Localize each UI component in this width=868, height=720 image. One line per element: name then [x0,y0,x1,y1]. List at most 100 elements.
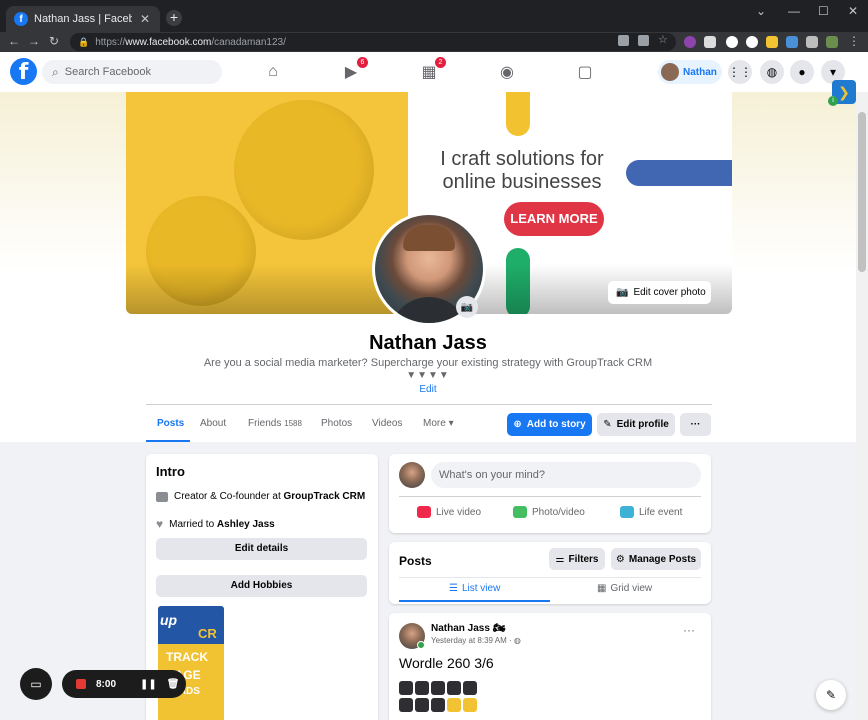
info-icon: i [828,96,838,106]
post-more-button[interactable]: ··· [683,623,695,637]
composer-input[interactable]: What's on your mind? [431,462,701,488]
profile-chip-name: Nathan [683,66,717,78]
maximize-icon[interactable]: ☐ [818,4,829,18]
home-icon[interactable]: ⌂ [260,60,286,84]
profile-bio: Are you a social media marketer? Superch… [203,357,653,369]
active-view-indicator [399,600,550,602]
camera-icon: ▭ [30,677,42,691]
manage-posts-button[interactable]: ⚙ Manage Posts [611,548,701,570]
store-icon[interactable]: ▦ 2 [416,57,446,84]
live-video-button[interactable]: Live video [417,506,481,518]
address-bar[interactable]: 🔒 https://www.facebook.com/canadaman123/ [70,33,676,51]
heart-icon: ♥ [156,517,164,531]
lock-icon: 🔒 [78,36,90,47]
sliders-icon: ⚌ [555,553,565,565]
minimize-icon[interactable]: — [788,4,800,18]
stop-recording-button[interactable] [76,679,86,689]
spouse-link[interactable]: Ashley Jass [217,519,275,530]
post-timestamp[interactable]: Yesterday at 8:39 AM · ◍ [431,636,521,645]
add-hobbies-button[interactable]: Add Hobbies [156,575,367,597]
list-view-tab[interactable]: ☰ List view [449,583,500,594]
edit-details-button[interactable]: Edit details [156,538,367,560]
edit-bio-link[interactable]: Edit [0,384,856,395]
wordle-grid [399,681,489,715]
life-event-button[interactable]: Life event [620,506,682,518]
photo-video-button[interactable]: Photo/video [513,506,585,518]
back-icon[interactable]: ← [6,34,22,48]
more-options-button[interactable]: ··· [680,413,711,436]
forward-icon[interactable]: → [26,34,42,48]
extension-arrow-icon[interactable] [766,36,778,48]
trash-icon[interactable]: 🗑 [167,679,180,690]
chevron-down-icon[interactable]: ⌄ [756,4,766,18]
new-message-button[interactable]: ✎ [816,680,846,710]
camera-icon[interactable]: 📷 [456,296,478,318]
browser-menu-icon[interactable]: ⋮ [848,34,860,48]
gear-icon: ⚙ [615,553,625,565]
watch-badge: 6 [357,57,368,68]
facebook-logo-icon[interactable]: f [10,58,37,85]
extension-gray-icon[interactable] [704,36,716,48]
new-tab-button[interactable]: + [166,10,182,26]
extension-white-icon[interactable] [726,36,738,48]
tab-about[interactable]: About [200,418,226,429]
work-company-link[interactable]: GroupTrack CRM [284,491,366,502]
groups-icon[interactable]: ◉ [494,60,520,84]
messenger-icon[interactable]: ◍ [760,60,784,84]
video-icon[interactable]: ▶ 6 [338,57,368,84]
post-composer: What's on your mind? Live video Photo/vi… [389,454,711,533]
avatar [661,63,679,81]
extension-blue-icon[interactable] [786,36,798,48]
globe-icon: ◍ [513,636,521,645]
intro-title: Intro [156,464,185,479]
cover-tagline: I craft solutions for online businesses [440,148,604,193]
share-icon[interactable] [638,35,649,46]
featured-photo[interactable]: up CR TRACK NAGE LEADS [158,606,224,720]
search-input[interactable] [64,66,205,78]
tab-close-icon[interactable]: ✕ [138,12,152,26]
tab-more[interactable]: More ▾ [423,418,454,429]
tab-posts[interactable]: Posts [157,418,184,429]
extensions-puzzle-icon[interactable] [806,36,818,48]
browser-tabbar: f Nathan Jass | Facebook ✕ + ⌄ — ☐ ✕ [0,0,868,32]
avatar [399,462,425,488]
profile-avatar-icon[interactable] [826,36,838,48]
search-icon: ⌕ [52,64,59,79]
grid-menu-icon[interactable]: ⋮⋮ [728,60,752,84]
pause-icon[interactable]: ❚❚ [140,679,157,690]
browser-tab[interactable]: f Nathan Jass | Facebook ✕ [6,6,160,32]
search-box[interactable]: ⌕ [42,60,222,84]
edit-cover-photo-button[interactable]: 📷 Edit cover photo [608,281,711,304]
tab-friends[interactable]: Friends 1588 [248,418,302,429]
reload-icon[interactable]: ↻ [46,34,62,48]
divider [146,404,712,405]
post-author[interactable]: Nathan Jass 🏍 [431,623,505,634]
gaming-icon[interactable]: ▢ [572,60,598,84]
close-window-icon[interactable]: ✕ [848,4,858,18]
edit-cover-label: Edit cover photo [633,287,706,298]
url-text: https://www.facebook.com/canadaman123/ [95,36,286,48]
grid-view-tab[interactable]: ▦ Grid view [597,583,652,594]
extension-purple-icon[interactable] [684,36,696,48]
post-text: Wordle 260 3/6 [399,655,494,671]
bookmark-star-icon[interactable]: ☆ [658,33,669,46]
gear-icon [234,100,374,240]
tab-videos[interactable]: Videos [372,418,402,429]
add-to-story-button[interactable]: ⊕ Add to story [507,413,592,436]
tab-title: Nathan Jass | Facebook [34,13,132,25]
plus-circle-icon: ⊕ [513,419,522,430]
edit-profile-button[interactable]: ✎ Edit profile [597,413,675,436]
camera-icon[interactable] [618,35,629,46]
tab-photos[interactable]: Photos [321,418,352,429]
filters-button[interactable]: ⚌ Filters [549,548,605,570]
profile-chip[interactable]: Nathan [658,60,722,84]
list-icon: ☰ [449,583,458,594]
marketplace-badge: 2 [435,57,446,68]
bell-icon[interactable]: ● [790,60,814,84]
page-scrollbar[interactable] [856,92,868,720]
intro-work: Creator & Co-founder at GroupTrack CRM [156,491,365,502]
browser-toolbar: ← → ↻ 🔒 https://www.facebook.com/canadam… [0,32,868,52]
extension-chat-icon[interactable] [746,36,758,48]
recorder-camera-button[interactable]: ▭ [20,668,52,700]
emoji-icon: 🏍 [492,623,506,634]
